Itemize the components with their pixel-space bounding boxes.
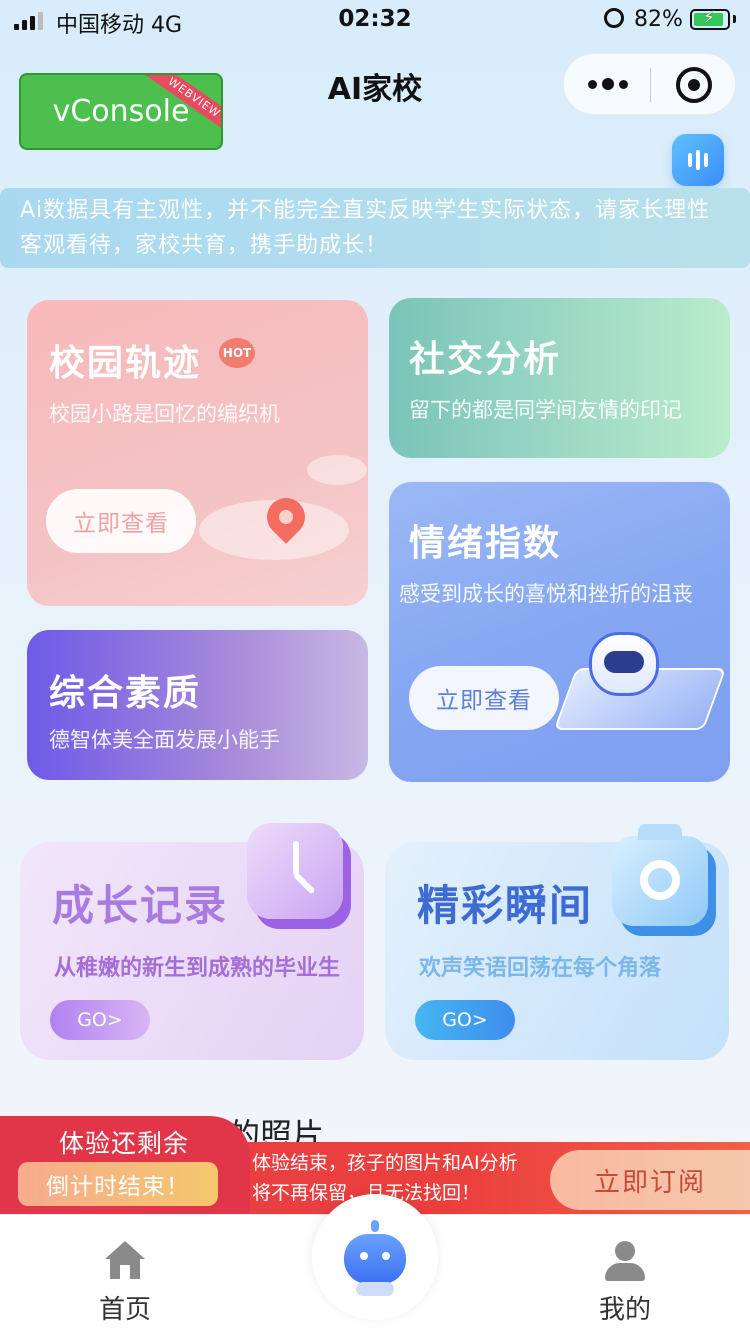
tab-home[interactable]: 首页: [65, 1241, 185, 1326]
campus-track-title: 校园轨迹: [49, 343, 202, 384]
countdown-badge: 倒计时结束！: [18, 1162, 218, 1206]
growth-record-title: 成长记录: [52, 881, 229, 930]
battery-percent: 82%: [634, 7, 683, 32]
tab-mine-label: 我的: [598, 1295, 651, 1325]
campus-track-card[interactable]: 校园轨迹 HOT 校园小路是回忆的编织机 立即查看: [27, 300, 368, 606]
social-analysis-title: 社交分析: [409, 339, 562, 380]
voice-assistant-icon[interactable]: [672, 134, 724, 186]
target-circle-icon[interactable]: [676, 67, 712, 103]
growth-record-subtitle: 从稚嫩的新生到成熟的毕业生: [54, 956, 341, 981]
social-analysis-subtitle: 留下的都是同学间友情的印记: [409, 398, 682, 422]
emotion-view-button[interactable]: 立即查看: [409, 666, 559, 730]
camera-icon: [612, 824, 708, 926]
comprehensive-quality-card[interactable]: 综合素质 德智体美全面发展小能手: [27, 630, 368, 780]
hot-badge: HOT: [219, 338, 255, 368]
tab-mine[interactable]: 我的: [565, 1241, 685, 1326]
ai-robot-tab-button[interactable]: [312, 1194, 438, 1320]
moments-go-button[interactable]: GO>: [415, 1000, 515, 1040]
growth-go-button[interactable]: GO>: [50, 1000, 150, 1040]
campus-view-button[interactable]: 立即查看: [46, 489, 196, 553]
charging-icon: ⚡: [703, 8, 715, 28]
emotion-index-title: 情绪指数: [409, 523, 562, 564]
user-icon: [605, 1241, 645, 1281]
highlight-moments-subtitle: 欢声笑语回荡在每个角落: [419, 956, 662, 981]
more-dots-icon[interactable]: [588, 78, 628, 90]
robot-icon: [344, 1234, 406, 1284]
status-bar: 中国移动 4G 02:32 82% ⚡: [0, 0, 750, 40]
emotion-index-subtitle: 感受到成长的喜悦和挫折的沮丧: [399, 582, 693, 606]
ai-disclaimer-notice: Ai数据具有主观性，并不能完全直实反映学生实际状态，请家长理性客观看待，家校共育…: [0, 188, 750, 268]
robot-illustration: [589, 632, 659, 696]
tab-home-label: 首页: [98, 1295, 151, 1325]
social-analysis-card[interactable]: 社交分析 留下的都是同学间友情的印记: [389, 298, 730, 458]
home-icon: [105, 1241, 145, 1281]
emotion-index-card[interactable]: 情绪指数 感受到成长的喜悦和挫折的沮丧 立即查看: [389, 482, 730, 782]
comprehensive-quality-title: 综合素质: [49, 673, 202, 714]
alarm-icon: [604, 8, 624, 28]
highlight-moments-title: 精彩瞬间: [417, 881, 594, 930]
subscribe-button[interactable]: 立即订阅: [550, 1150, 750, 1210]
clock-icon: [247, 823, 343, 919]
trial-remaining-label: 体验还剩余: [58, 1129, 189, 1158]
comprehensive-quality-subtitle: 德智体美全面发展小能手: [49, 728, 280, 752]
mini-program-capsule: [563, 53, 736, 115]
campus-track-subtitle: 校园小路是回忆的编织机: [49, 402, 280, 426]
